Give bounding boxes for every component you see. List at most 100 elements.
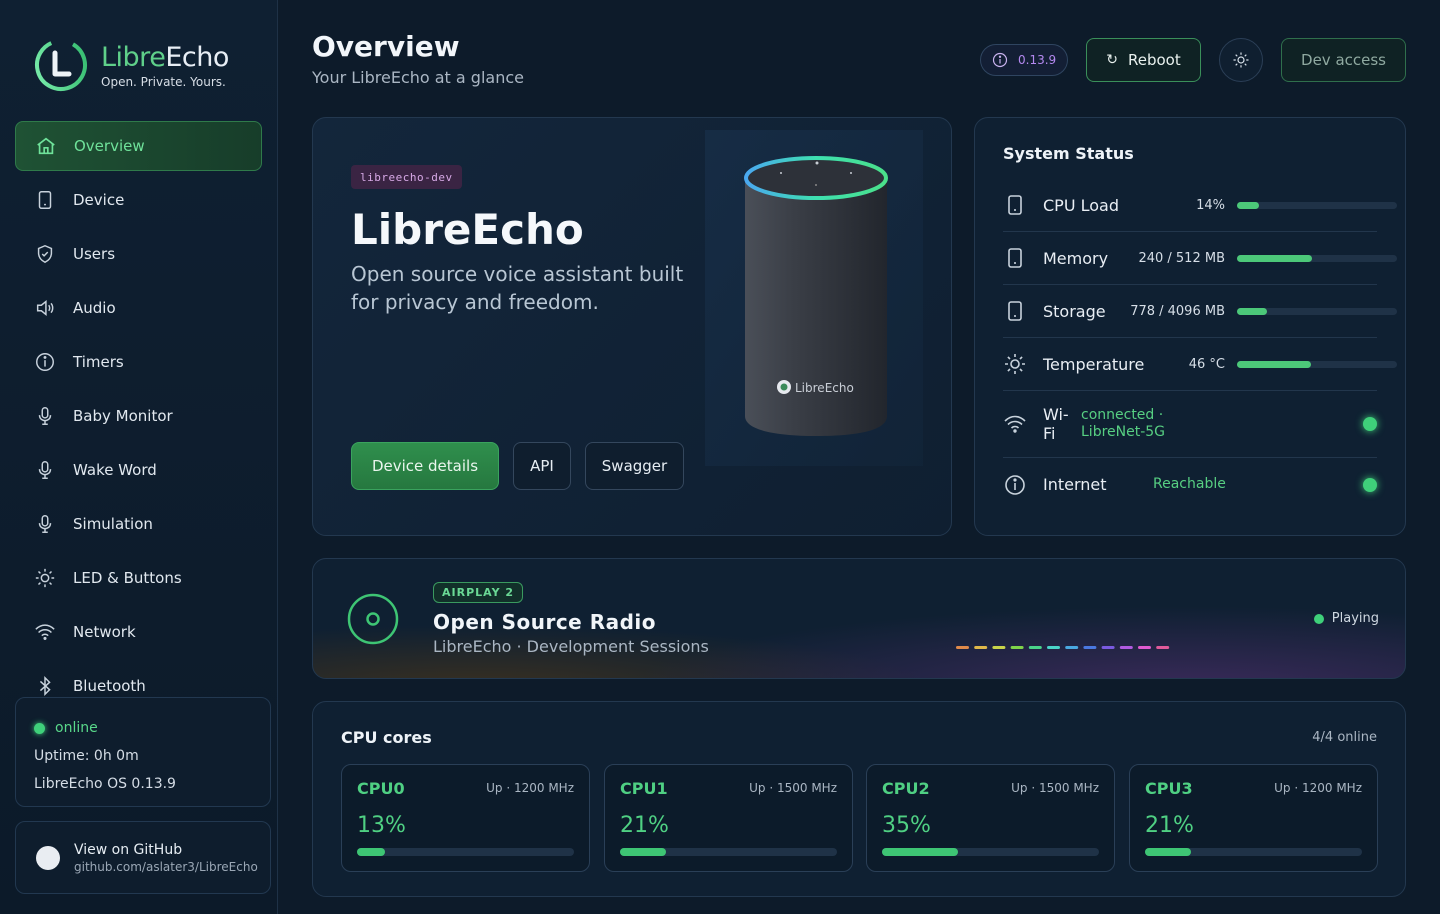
sidebar-item-led-buttons[interactable]: LED & Buttons — [15, 553, 262, 603]
version-badge[interactable]: 0.13.9 — [980, 44, 1068, 76]
sidebar-item-timers[interactable]: Timers — [15, 337, 262, 387]
theme-toggle-button[interactable] — [1219, 38, 1263, 82]
sidebar-item-label: Device — [73, 191, 125, 209]
now-playing-card[interactable]: AIRPLAY 2 Open Source Radio LibreEcho · … — [312, 558, 1406, 679]
dev-access-button[interactable]: Dev access — [1281, 38, 1406, 82]
temperature-fill — [1237, 360, 1311, 368]
cpu-load-label: CPU Load — [1043, 195, 1119, 215]
sidebar-item-simulation[interactable]: Simulation — [15, 499, 262, 549]
sidebar-item-users[interactable]: Users — [15, 229, 262, 279]
equalizer-bar — [1138, 646, 1151, 649]
core-percent: 13% — [357, 813, 406, 838]
cpu-load-fill — [1237, 201, 1260, 209]
speaker-icon — [33, 296, 57, 320]
sidebar-item-wake-word[interactable]: Wake Word — [15, 445, 262, 495]
hostname-badge: libreecho-dev — [351, 165, 462, 189]
equalizer-bar — [1010, 646, 1024, 649]
github-link[interactable]: View on GitHub github.com/aslater3/Libre… — [15, 821, 271, 894]
reboot-label: Reboot — [1128, 51, 1181, 69]
core-fill — [1145, 848, 1191, 856]
info-icon — [992, 52, 1008, 68]
sidebar-item-device[interactable]: Device — [15, 175, 262, 225]
core-bar — [1145, 848, 1362, 856]
playback-state: Playing — [1331, 611, 1379, 626]
wifi-icon — [33, 620, 57, 644]
track-title: Open Source Radio — [433, 610, 657, 634]
storage-bar — [1237, 307, 1397, 315]
cpu-load-value: 14% — [1196, 197, 1225, 213]
sidebar-item-label: Users — [73, 245, 116, 263]
device-icon — [1008, 301, 1022, 321]
sidebar-item-baby-monitor[interactable]: Baby Monitor — [15, 391, 262, 441]
reboot-button[interactable]: ↻ Reboot — [1086, 38, 1201, 82]
sidebar-item-network[interactable]: Network — [15, 607, 262, 657]
equalizer-bar — [1065, 646, 1079, 649]
brand-name: LibreEcho — [101, 42, 229, 73]
core-info: Up · 1200 MHz — [1274, 781, 1362, 795]
sidebar-item-audio[interactable]: Audio — [15, 283, 262, 333]
github-title: View on GitHub — [74, 841, 183, 858]
playing-indicator — [1313, 613, 1324, 624]
online-indicator — [34, 722, 45, 734]
mic-icon — [33, 404, 57, 428]
info-icon — [1005, 474, 1025, 495]
internet-indicator — [1363, 477, 1377, 492]
sidebar-item-label: Overview — [74, 137, 145, 155]
sidebar: LibreEcho Open. Private. Yours. Overview… — [0, 0, 278, 914]
equalizer-bar — [1101, 646, 1115, 649]
wifi-label: Wi- Fi — [1043, 405, 1069, 443]
airplay-badge: AIRPLAY 2 — [433, 582, 524, 603]
device-status-card: online Uptime: 0h 0m LibreEcho OS 0.13.9 — [15, 697, 271, 807]
device-icon — [1008, 195, 1022, 215]
cpu-cores-title: CPU cores — [341, 728, 432, 747]
memory-label: Memory — [1043, 248, 1109, 268]
core-info: Up · 1200 MHz — [486, 781, 574, 795]
core-info: Up · 1500 MHz — [749, 781, 837, 795]
cpu-core-card: CPU0 Up · 1200 MHz 13% — [341, 764, 590, 872]
sidebar-item-overview[interactable]: Overview — [15, 121, 262, 171]
speaker-logo-text: LibreEcho — [795, 381, 854, 395]
cpu-load-row: CPU Load 14% — [1003, 179, 1397, 232]
sidebar-item-label: Simulation — [73, 515, 153, 533]
refresh-icon: ↻ — [1106, 52, 1118, 68]
equalizer-bar — [992, 646, 1006, 649]
equalizer-bar — [1047, 646, 1060, 649]
equalizer-bar — [956, 646, 969, 649]
cpu-load-bar — [1237, 201, 1397, 209]
brand-tagline: Open. Private. Yours. — [101, 75, 226, 89]
internet-row: Internet Reachable — [1003, 458, 1377, 511]
temperature-label: Temperature — [1043, 354, 1145, 374]
core-name: CPU1 — [620, 779, 668, 798]
wifi-icon — [1004, 415, 1026, 433]
cpu-cores-count: 4/4 online — [1312, 730, 1377, 745]
memory-row: Memory 240 / 512 MB — [1003, 232, 1397, 285]
storage-label: Storage — [1043, 301, 1106, 321]
device-details-button[interactable]: Device details — [351, 442, 499, 490]
equalizer-bar — [1083, 646, 1097, 649]
wifi-row: Wi- Fi connected · LibreNet-5G — [1003, 391, 1377, 458]
api-button[interactable]: API — [513, 442, 571, 490]
version-text: 0.13.9 — [1018, 53, 1057, 67]
core-fill — [357, 848, 386, 856]
libreecho-logo-icon — [35, 39, 87, 91]
info-icon — [33, 350, 57, 374]
core-name: CPU0 — [357, 779, 405, 798]
brand[interactable]: LibreEcho Open. Private. Yours. — [34, 38, 229, 92]
temperature-value: 46 °C — [1188, 356, 1225, 372]
internet-status: Reachable — [1153, 476, 1226, 492]
cpu-core-card: CPU1 Up · 1500 MHz 21% — [604, 764, 853, 872]
sidebar-item-label: Network — [73, 623, 136, 641]
system-status-card: System Status CPU Load 14% Memory 240 / … — [974, 117, 1406, 536]
page-title: Overview — [312, 30, 460, 63]
memory-value: 240 / 512 MB — [1138, 250, 1225, 266]
temperature-row: Temperature 46 °C — [1003, 338, 1397, 391]
storage-fill — [1237, 307, 1268, 315]
track-subtitle: LibreEcho · Development Sessions — [433, 637, 709, 656]
home-icon — [34, 134, 58, 158]
github-url: github.com/aslater3/LibreEcho — [74, 859, 258, 874]
core-name: CPU3 — [1145, 779, 1193, 798]
cpu-core-card: CPU2 Up · 1500 MHz 35% — [866, 764, 1115, 872]
memory-bar — [1237, 254, 1397, 262]
speaker-image: LibreEcho — [705, 130, 923, 466]
swagger-button[interactable]: Swagger — [585, 442, 684, 490]
